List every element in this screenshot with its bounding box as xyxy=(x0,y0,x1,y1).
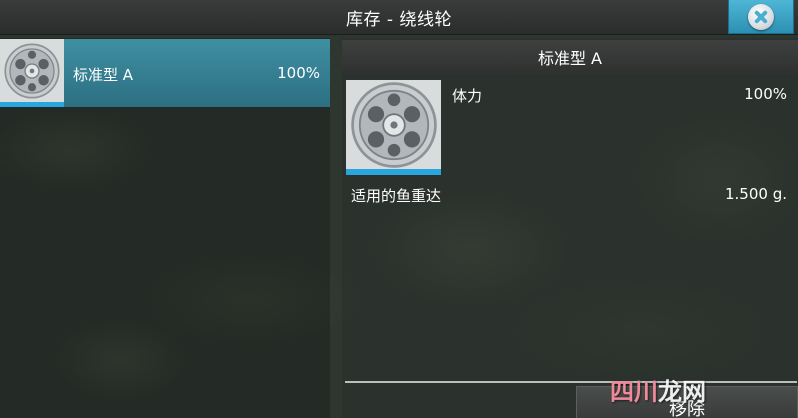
title-bar: 库存 - 绕线轮 xyxy=(0,0,798,35)
detail-title: 标准型 A xyxy=(342,40,798,74)
page-title: 库存 - 绕线轮 xyxy=(346,9,452,30)
detail-title-text: 标准型 A xyxy=(537,49,603,68)
list-item-condition: 100% xyxy=(277,64,320,82)
stat-stamina-label: 体力 xyxy=(452,87,483,105)
watermark-part1: 四川 xyxy=(610,378,658,406)
watermark-logo: 四川龙网 xyxy=(610,372,706,407)
close-icon xyxy=(748,3,774,30)
detail-panel: 标准型 A 体力 100% 适用的鱼重达 1.500 g. 移除 xyxy=(342,38,798,418)
watermark-part2: 龙网 xyxy=(658,378,706,406)
list-item-name: 标准型 A xyxy=(73,66,134,84)
inventory-list: 标准型 A 100% xyxy=(0,38,330,418)
stat-max-weight-value: 1.500 g. xyxy=(725,185,787,203)
close-button[interactable] xyxy=(728,0,794,34)
stat-max-weight-label: 适用的鱼重达 xyxy=(351,187,442,205)
divider xyxy=(345,381,797,383)
stat-stamina-value: 100% xyxy=(744,85,787,103)
fly-reel-icon xyxy=(0,39,64,107)
fly-reel-icon xyxy=(346,80,441,175)
list-item[interactable]: 标准型 A 100% xyxy=(0,39,330,107)
